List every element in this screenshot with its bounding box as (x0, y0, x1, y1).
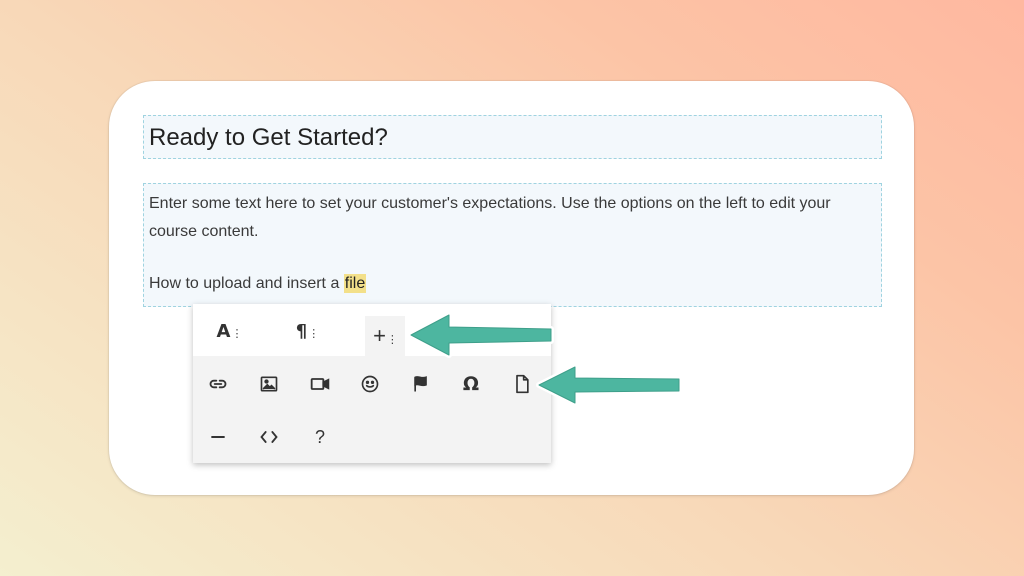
tab-paragraph-format[interactable]: ¶⋮ (287, 311, 327, 351)
insert-link-button[interactable] (198, 364, 238, 404)
insert-image-button[interactable] (249, 364, 289, 404)
horizontal-line-icon (211, 436, 225, 438)
arrow-to-file-button (536, 364, 682, 406)
text-format-icon: A⋮ (216, 320, 243, 342)
smiley-icon (361, 375, 379, 393)
body-text-block[interactable]: Enter some text here to set your custome… (143, 183, 882, 307)
tab-insert[interactable]: +⋮ (365, 316, 405, 356)
upload-line: How to upload and insert a file (149, 274, 367, 293)
insert-emoticon-button[interactable] (350, 364, 390, 404)
image-icon (260, 376, 278, 392)
omega-icon: Ω (462, 373, 480, 395)
video-icon (310, 378, 330, 390)
flag-icon (414, 376, 427, 392)
special-characters-button[interactable]: Ω (451, 364, 491, 404)
code-icon (260, 431, 278, 443)
page-title: Ready to Get Started? (149, 124, 388, 151)
help-icon: ? (314, 426, 325, 447)
body-paragraph: Enter some text here to set your custome… (149, 195, 831, 240)
insert-video-button[interactable] (300, 364, 340, 404)
code-view-button[interactable] (249, 417, 289, 457)
upload-line-text: How to upload and insert a (149, 275, 344, 292)
title-block[interactable]: Ready to Get Started? (143, 115, 882, 159)
plus-icon: +⋮ (373, 323, 398, 348)
help-button[interactable]: ? (300, 417, 340, 457)
arrow-to-insert-tab (408, 312, 554, 358)
file-icon (516, 374, 529, 394)
horizontal-line-button[interactable] (198, 417, 238, 457)
link-icon (209, 379, 227, 389)
tab-text-format[interactable]: A⋮ (209, 311, 249, 351)
insert-flag-button[interactable] (401, 364, 441, 404)
selected-word[interactable]: file (343, 274, 367, 293)
paragraph-icon: ¶⋮ (295, 320, 319, 342)
